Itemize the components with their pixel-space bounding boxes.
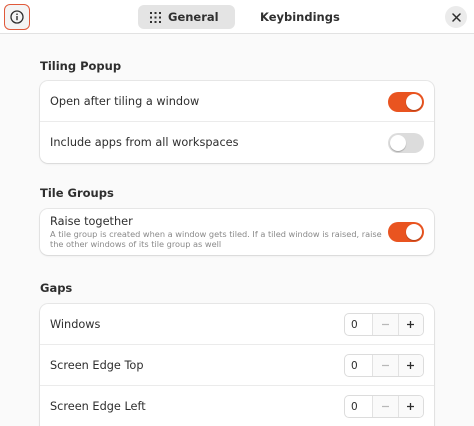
row-label: Open after tiling a window <box>50 94 200 108</box>
tiling-popup-card: Open after tiling a window Include apps … <box>40 81 434 163</box>
gap-top-value[interactable]: 0 <box>345 355 372 376</box>
increment-button[interactable] <box>397 355 423 376</box>
gap-windows-value[interactable]: 0 <box>345 314 372 335</box>
section-title-gaps: Gaps <box>40 281 73 295</box>
increment-button[interactable] <box>397 314 423 335</box>
switch-knob <box>406 94 422 110</box>
close-button[interactable] <box>445 6 467 28</box>
grid-icon <box>150 11 161 23</box>
row-label: Screen Edge Left <box>50 400 146 413</box>
plus-icon <box>407 321 415 328</box>
row-gap-screen-edge-top: Screen Edge Top 0 <box>40 345 434 386</box>
gap-windows-spinbutton: 0 <box>344 313 424 336</box>
info-icon <box>10 10 24 24</box>
view-switcher: General Keybindings <box>138 5 340 29</box>
section-title-tile-groups: Tile Groups <box>40 186 114 200</box>
about-button[interactable] <box>4 4 30 30</box>
settings-window: General Keybindings Tiling Popup Open af… <box>0 0 474 426</box>
row-gap-screen-edge-left: Screen Edge Left 0 <box>40 386 434 426</box>
increment-button[interactable] <box>397 396 423 417</box>
tile-groups-card: Raise together A tile group is created w… <box>40 209 434 255</box>
row-include-all-workspaces: Include apps from all workspaces <box>40 122 434 163</box>
switch-knob <box>406 224 422 240</box>
tab-keybindings[interactable]: Keybindings <box>241 5 340 29</box>
tab-general-label: General <box>168 10 219 24</box>
decrement-button[interactable] <box>372 314 398 335</box>
raise-together-switch[interactable] <box>388 222 424 242</box>
header-bar: General Keybindings <box>0 0 474 34</box>
gap-left-value[interactable]: 0 <box>345 396 372 417</box>
minus-icon <box>382 364 390 367</box>
row-label: Screen Edge Top <box>50 358 144 372</box>
row-label: Raise together <box>50 215 133 228</box>
open-after-tiling-switch[interactable] <box>388 92 424 112</box>
gap-left-spinbutton: 0 <box>344 395 424 418</box>
close-icon <box>451 12 461 22</box>
decrement-button[interactable] <box>372 355 398 376</box>
gaps-card: Windows 0 Screen Edge Top 0 Screen Edge … <box>40 304 434 426</box>
plus-icon <box>407 403 415 410</box>
row-raise-together: Raise together A tile group is created w… <box>40 209 434 255</box>
gap-top-spinbutton: 0 <box>344 354 424 377</box>
tab-general[interactable]: General <box>138 5 235 29</box>
row-gap-windows: Windows 0 <box>40 304 434 345</box>
decrement-button[interactable] <box>372 396 398 417</box>
minus-icon <box>382 323 390 326</box>
include-all-workspaces-switch[interactable] <box>388 133 424 153</box>
switch-knob <box>390 135 406 151</box>
row-label: Windows <box>50 317 101 331</box>
plus-icon <box>407 362 415 369</box>
row-label: Include apps from all workspaces <box>50 136 239 149</box>
row-subtitle: A tile group is created when a window ge… <box>50 229 382 249</box>
row-open-after-tiling: Open after tiling a window <box>40 81 434 122</box>
tab-keybindings-label: Keybindings <box>260 10 340 24</box>
section-title-tiling-popup: Tiling Popup <box>40 59 122 73</box>
minus-icon <box>382 405 390 408</box>
